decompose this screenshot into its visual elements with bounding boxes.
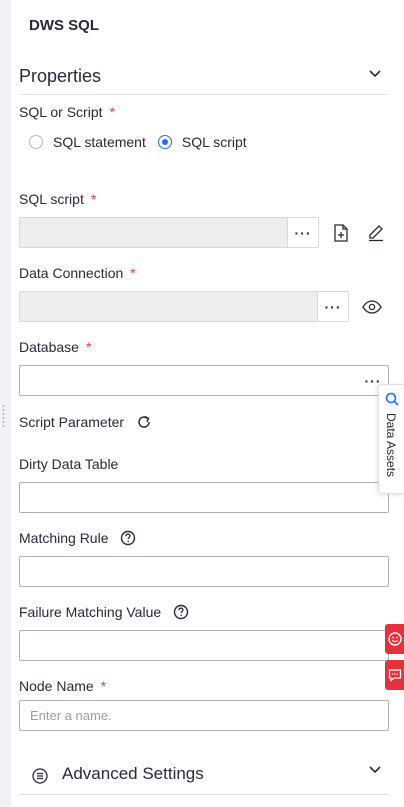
node-name-input[interactable] [20,701,388,730]
data-assets-label: Data Assets [384,413,398,478]
smiley-icon [387,632,402,646]
smiley-feedback-button[interactable] [385,624,404,654]
chevron-down-icon[interactable] [367,65,383,81]
data-connection-field[interactable]: ··· [19,291,349,322]
required-mark: * [90,191,97,207]
drag-handle-icon[interactable] [1,404,6,428]
failure-matching-value-input[interactable] [20,631,388,660]
script-parameter-label: Script Parameter [19,414,152,430]
properties-section-header[interactable]: Properties [19,63,389,95]
database-field[interactable]: ··· [19,365,389,396]
sql-script-label: SQL script * [19,191,97,207]
chat-icon [388,669,401,682]
failure-matching-value-label: Failure Matching Value [19,604,189,620]
required-mark: * [109,104,115,120]
node-name-field[interactable] [19,700,389,731]
panel-title: DWS SQL [29,17,99,34]
sql-statement-radio-label[interactable]: SQL statement [53,134,146,150]
help-icon[interactable] [173,604,189,620]
matching-rule-field[interactable] [19,556,389,587]
eye-icon[interactable] [361,296,383,318]
edit-pencil-icon[interactable] [365,222,387,244]
properties-title: Properties [19,66,102,86]
chat-feedback-button[interactable] [385,660,404,690]
database-label: Database * [19,339,92,355]
required-mark: * [85,339,92,355]
list-icon [32,768,48,784]
matching-rule-input[interactable] [20,557,388,586]
sql-statement-radio[interactable] [29,135,43,149]
dirty-data-table-label: Dirty Data Table [19,456,119,472]
properties-panel: DWS SQL Properties SQL or Script * SQL st… [11,0,404,807]
left-resize-strip [0,0,11,807]
matching-rule-label: Matching Rule [19,530,136,546]
failure-matching-value-field[interactable] [19,630,389,661]
sql-script-field[interactable]: ··· [19,217,319,248]
sql-or-script-label: SQL or Script * [19,104,115,120]
data-connection-label: Data Connection * [19,265,136,281]
required-mark: * [100,678,107,694]
sql-or-script-radio-group: SQL statement SQL script [29,132,259,152]
refresh-icon[interactable] [136,414,152,430]
help-icon[interactable] [120,530,136,546]
sql-script-radio[interactable] [157,135,172,149]
advanced-settings-title: Advanced Settings [62,764,204,783]
node-name-label: Node Name * [19,678,107,694]
search-icon [385,392,399,406]
dirty-data-table-input[interactable] [20,483,388,512]
chevron-down-icon[interactable] [367,761,383,777]
sql-script-radio-label[interactable]: SQL script [182,134,247,150]
required-mark: * [130,265,136,281]
advanced-settings-header[interactable]: Advanced Settings [19,758,389,795]
data-assets-tab[interactable]: Data Assets [378,384,404,494]
dirty-data-table-field[interactable] [19,482,389,513]
sql-script-select-button[interactable]: ··· [287,218,318,247]
new-file-icon[interactable] [330,222,352,244]
data-connection-select-button[interactable]: ··· [317,292,348,321]
